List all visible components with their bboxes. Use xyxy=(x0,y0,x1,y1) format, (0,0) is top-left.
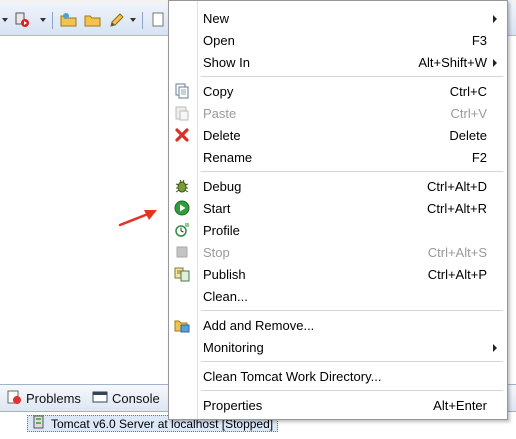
menu-item-debug[interactable]: Debug Ctrl+Alt+D xyxy=(169,175,507,197)
profile-icon xyxy=(174,222,190,238)
menu-item-label: Delete xyxy=(203,128,241,143)
folder-icon[interactable] xyxy=(84,12,102,28)
menu-item-new[interactable]: New xyxy=(169,7,507,29)
menu-item-label: Monitoring xyxy=(203,340,264,355)
stop-icon xyxy=(174,244,190,260)
chevron-down-icon[interactable] xyxy=(130,18,136,22)
tab-label: Problems xyxy=(26,391,81,406)
paste-icon xyxy=(174,105,190,121)
menu-item-publish[interactable]: Publish Ctrl+Alt+P xyxy=(169,263,507,285)
menu-item-label: Open xyxy=(203,33,235,48)
menu-separator xyxy=(201,310,503,311)
menu-item-shortcut: Ctrl+V xyxy=(450,106,487,121)
menu-separator xyxy=(201,361,503,362)
menu-item-shortcut: Alt+Enter xyxy=(433,398,487,413)
menu-item-shortcut: Ctrl+Alt+D xyxy=(427,179,487,194)
menu-item-shortcut: F3 xyxy=(471,33,487,48)
menu-item-stop[interactable]: Stop Ctrl+Alt+S xyxy=(169,241,507,263)
menu-item-label: Add and Remove... xyxy=(203,318,315,333)
menu-item-shortcut: Alt+Shift+W xyxy=(418,55,487,70)
menu-item-clean[interactable]: Clean... xyxy=(169,285,507,307)
context-menu: New Open F3 Show In Alt+Shift+W Copy Ctr… xyxy=(168,0,508,420)
menu-separator xyxy=(201,76,503,77)
run-server-icon[interactable] xyxy=(14,12,32,28)
toolbar-divider xyxy=(52,12,53,29)
menu-item-copy[interactable]: Copy Ctrl+C xyxy=(169,80,507,102)
server-icon xyxy=(32,415,46,432)
page-icon[interactable] xyxy=(150,12,166,28)
menu-item-properties[interactable]: Properties Alt+Enter xyxy=(169,394,507,416)
tab-problems[interactable]: Problems xyxy=(2,388,87,409)
menu-item-label: New xyxy=(203,11,230,26)
menu-item-add-remove[interactable]: Add and Remove... xyxy=(169,314,507,336)
menu-item-open[interactable]: Open F3 xyxy=(169,29,507,51)
menu-item-monitoring[interactable]: Monitoring xyxy=(169,336,507,358)
start-icon xyxy=(174,200,190,216)
menu-item-label: Start xyxy=(203,201,231,216)
chevron-down-icon[interactable] xyxy=(40,18,46,22)
menu-item-start[interactable]: Start Ctrl+Alt+R xyxy=(169,197,507,219)
problems-icon xyxy=(6,389,22,408)
open-folder-icon[interactable] xyxy=(60,12,78,28)
debug-bug-icon xyxy=(174,178,190,194)
tab-console[interactable]: Console xyxy=(88,388,166,409)
pencil-icon[interactable] xyxy=(108,12,126,28)
toolbar-divider xyxy=(142,12,143,29)
menu-item-shortcut: F2 xyxy=(471,150,487,165)
publish-icon xyxy=(174,266,190,282)
chevron-down-icon[interactable] xyxy=(2,18,8,22)
menu-item-shortcut: Delete xyxy=(449,128,487,143)
menu-item-shortcut: Ctrl+Alt+R xyxy=(427,201,487,216)
add-remove-icon xyxy=(174,317,190,333)
menu-item-label: Clean... xyxy=(203,289,248,304)
menu-item-label: Debug xyxy=(203,179,242,194)
menu-item-label: Clean Tomcat Work Directory... xyxy=(203,369,382,384)
menu-item-label: Publish xyxy=(203,267,246,282)
menu-item-shortcut: Ctrl+Alt+P xyxy=(427,267,487,282)
menu-item-clean-tomcat[interactable]: Clean Tomcat Work Directory... xyxy=(169,365,507,387)
tab-label: Console xyxy=(112,391,160,406)
menu-item-profile[interactable]: Profile xyxy=(169,219,507,241)
annotation-arrow-icon xyxy=(118,205,160,232)
menu-item-label: Properties xyxy=(203,398,263,413)
menu-item-label: Rename xyxy=(203,150,253,165)
menu-item-delete[interactable]: Delete Delete xyxy=(169,124,507,146)
menu-item-paste[interactable]: Paste Ctrl+V xyxy=(169,102,507,124)
submenu-arrow-icon xyxy=(493,344,497,352)
menu-item-label: Profile xyxy=(203,223,240,238)
console-icon xyxy=(92,389,108,408)
menu-separator xyxy=(201,171,503,172)
menu-item-shortcut: Ctrl+C xyxy=(449,84,487,99)
menu-item-show-in[interactable]: Show In Alt+Shift+W xyxy=(169,51,507,73)
submenu-arrow-icon xyxy=(493,59,497,67)
menu-separator xyxy=(201,390,503,391)
copy-icon xyxy=(174,83,190,99)
delete-icon xyxy=(174,127,190,143)
menu-item-shortcut: Ctrl+Alt+S xyxy=(427,245,487,260)
submenu-arrow-icon xyxy=(493,15,497,23)
menu-item-label: Stop xyxy=(203,245,230,260)
menu-item-label: Copy xyxy=(203,84,234,99)
menu-item-label: Show In xyxy=(203,55,250,70)
menu-item-rename[interactable]: Rename F2 xyxy=(169,146,507,168)
menu-item-label: Paste xyxy=(203,106,237,121)
